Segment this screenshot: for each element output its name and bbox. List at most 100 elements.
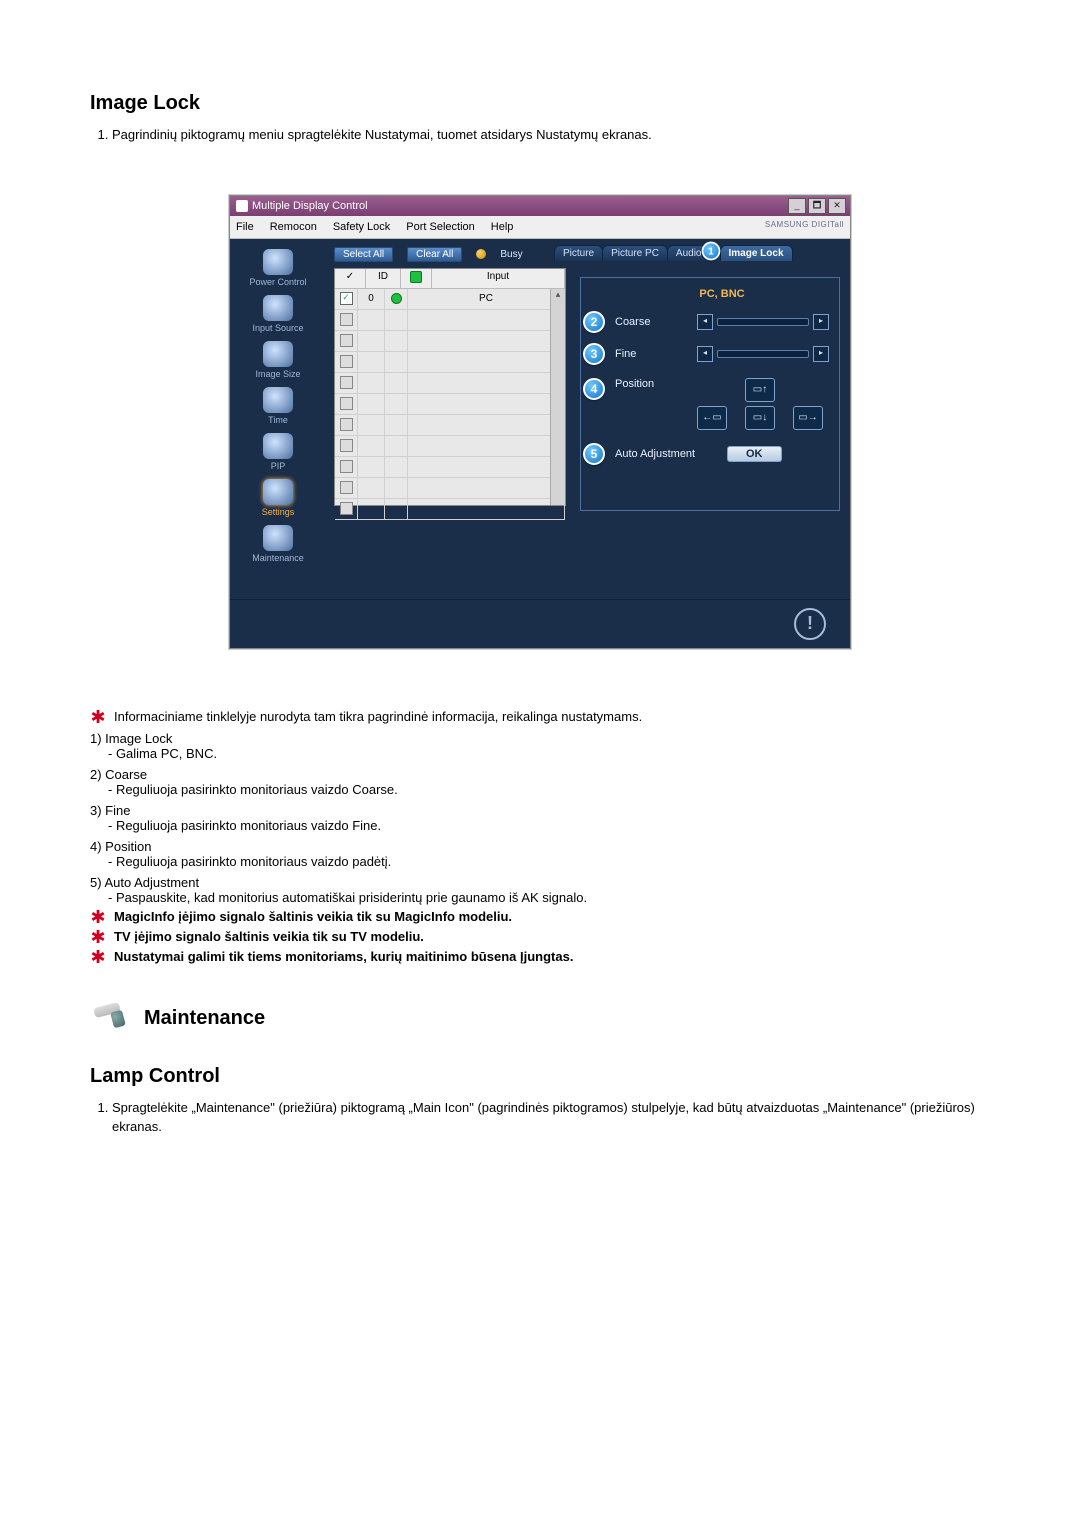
- row-checkbox[interactable]: [340, 334, 353, 347]
- menu-port-selection[interactable]: Port Selection: [406, 221, 474, 233]
- row-checkbox[interactable]: ✓: [340, 292, 353, 305]
- badge-1: 1: [701, 241, 720, 260]
- coarse-label: Coarse: [615, 316, 685, 328]
- row-checkbox[interactable]: [340, 355, 353, 368]
- maintenance-heading-row: Maintenance: [90, 1001, 990, 1037]
- position-label: Position: [615, 378, 685, 390]
- slider-track[interactable]: [717, 350, 809, 358]
- position-left-button[interactable]: ←▭: [697, 406, 727, 430]
- col-input[interactable]: Input: [432, 269, 565, 288]
- row-id: 0: [358, 289, 385, 309]
- ok-button[interactable]: OK: [727, 446, 782, 462]
- auto-adjustment-label: Auto Adjustment: [615, 448, 715, 460]
- col-check[interactable]: ✓: [335, 269, 366, 288]
- row-checkbox[interactable]: [340, 439, 353, 452]
- col-status[interactable]: [401, 269, 432, 288]
- busy-label: Busy: [500, 249, 522, 260]
- slider-right-icon[interactable]: ▸: [813, 346, 829, 362]
- bold-note-1: ✱ MagicInfo įėjimo signalo šaltinis veik…: [90, 909, 990, 925]
- star-icon: ✱: [90, 949, 106, 965]
- position-up-button[interactable]: ▭↑: [745, 378, 775, 402]
- sidebar-item-input-source[interactable]: Input Source: [252, 295, 303, 333]
- maximize-button[interactable]: 🗖: [808, 198, 826, 214]
- maintenance-icon: [263, 525, 293, 551]
- item-5: 5) Auto Adjustment - Paspauskite, kad mo…: [90, 875, 990, 905]
- badge-2: 2: [583, 311, 605, 333]
- table-row[interactable]: [335, 331, 565, 352]
- col-id[interactable]: ID: [366, 269, 401, 288]
- sidebar-item-settings[interactable]: Settings: [262, 479, 295, 517]
- coarse-slider[interactable]: ◂ ▸: [697, 314, 829, 330]
- menu-safety-lock[interactable]: Safety Lock: [333, 221, 390, 233]
- table-row[interactable]: [335, 352, 565, 373]
- star-icon: ✱: [90, 909, 106, 925]
- menu-remocon[interactable]: Remocon: [270, 221, 317, 233]
- item-3: 3) Fine - Reguliuoja pasirinkto monitori…: [90, 803, 990, 833]
- section1-step-1: Pagrindinių piktogramų meniu spragtelėki…: [112, 125, 990, 145]
- row-checkbox[interactable]: [340, 397, 353, 410]
- row-checkbox[interactable]: [340, 376, 353, 389]
- pip-icon: [263, 433, 293, 459]
- tab-audio[interactable]: Audio1: [667, 245, 721, 261]
- fine-slider[interactable]: ◂ ▸: [697, 346, 829, 362]
- table-row[interactable]: [335, 499, 565, 520]
- badge-5: 5: [583, 443, 605, 465]
- settings-icon: [263, 479, 293, 505]
- sidebar-item-image-size[interactable]: Image Size: [255, 341, 300, 379]
- window-title: Multiple Display Control: [252, 200, 368, 212]
- menu-help[interactable]: Help: [491, 221, 514, 233]
- select-all-button[interactable]: Select All: [334, 247, 393, 262]
- item-4: 4) Position - Reguliuoja pasirinkto moni…: [90, 839, 990, 869]
- sidebar-item-pip[interactable]: PIP: [263, 433, 293, 471]
- clear-all-button[interactable]: Clear All: [407, 247, 462, 262]
- mdc-window: Multiple Display Control _ 🗖 ✕ File Remo…: [229, 195, 851, 649]
- sidebar-item-power-control[interactable]: Power Control: [249, 249, 306, 287]
- row-checkbox[interactable]: [340, 481, 353, 494]
- slider-left-icon[interactable]: ◂: [697, 346, 713, 362]
- tab-picture[interactable]: Picture: [554, 245, 603, 261]
- input-source-icon: [263, 295, 293, 321]
- section2-steps: Spragtelėkite „Maintenance" (priežiūra) …: [90, 1098, 990, 1137]
- table-row[interactable]: [335, 436, 565, 457]
- menubar: File Remocon Safety Lock Port Selection …: [230, 216, 850, 239]
- bold-note-2: ✱ TV įėjimo signalo šaltinis veikia tik …: [90, 929, 990, 945]
- badge-3: 3: [583, 343, 605, 365]
- tab-image-lock[interactable]: Image Lock: [720, 245, 793, 261]
- row-checkbox[interactable]: [340, 460, 353, 473]
- row-checkbox[interactable]: [340, 313, 353, 326]
- time-icon: [263, 387, 293, 413]
- position-right-button[interactable]: ▭→: [793, 406, 823, 430]
- tab-picture-pc[interactable]: Picture PC: [602, 245, 668, 261]
- close-button[interactable]: ✕: [828, 198, 846, 214]
- sidebar-item-time[interactable]: Time: [263, 387, 293, 425]
- slider-track[interactable]: [717, 318, 809, 326]
- table-row[interactable]: [335, 310, 565, 331]
- menu-file[interactable]: File: [236, 221, 254, 233]
- slider-right-icon[interactable]: ▸: [813, 314, 829, 330]
- info-icon[interactable]: !: [794, 608, 826, 640]
- panel-mode-label: PC, BNC: [615, 288, 829, 300]
- table-row[interactable]: [335, 478, 565, 499]
- sidebar-item-maintenance[interactable]: Maintenance: [252, 525, 304, 563]
- power-icon: [263, 249, 293, 275]
- status-dot-icon: [391, 293, 402, 304]
- table-row[interactable]: [335, 373, 565, 394]
- table-row[interactable]: [335, 394, 565, 415]
- section-image-lock-title: Image Lock: [90, 92, 990, 115]
- star-icon: ✱: [90, 929, 106, 945]
- row-checkbox[interactable]: [340, 418, 353, 431]
- row-checkbox[interactable]: [340, 502, 353, 515]
- bold-note-3: ✱ Nustatymai galimi tik tiems monitoriam…: [90, 949, 990, 965]
- minimize-button[interactable]: _: [788, 198, 806, 214]
- section2-step-1: Spragtelėkite „Maintenance" (priežiūra) …: [112, 1098, 990, 1137]
- table-row[interactable]: [335, 457, 565, 478]
- titlebar: Multiple Display Control _ 🗖 ✕: [230, 196, 850, 216]
- fine-label: Fine: [615, 348, 685, 360]
- table-row[interactable]: ✓ 0 PC: [335, 289, 565, 310]
- scrollbar[interactable]: [550, 289, 565, 505]
- table-row[interactable]: [335, 415, 565, 436]
- section-lamp-control-title: Lamp Control: [90, 1065, 990, 1088]
- position-down-button[interactable]: ▭↓: [745, 406, 775, 430]
- slider-left-icon[interactable]: ◂: [697, 314, 713, 330]
- badge-4: 4: [583, 378, 605, 400]
